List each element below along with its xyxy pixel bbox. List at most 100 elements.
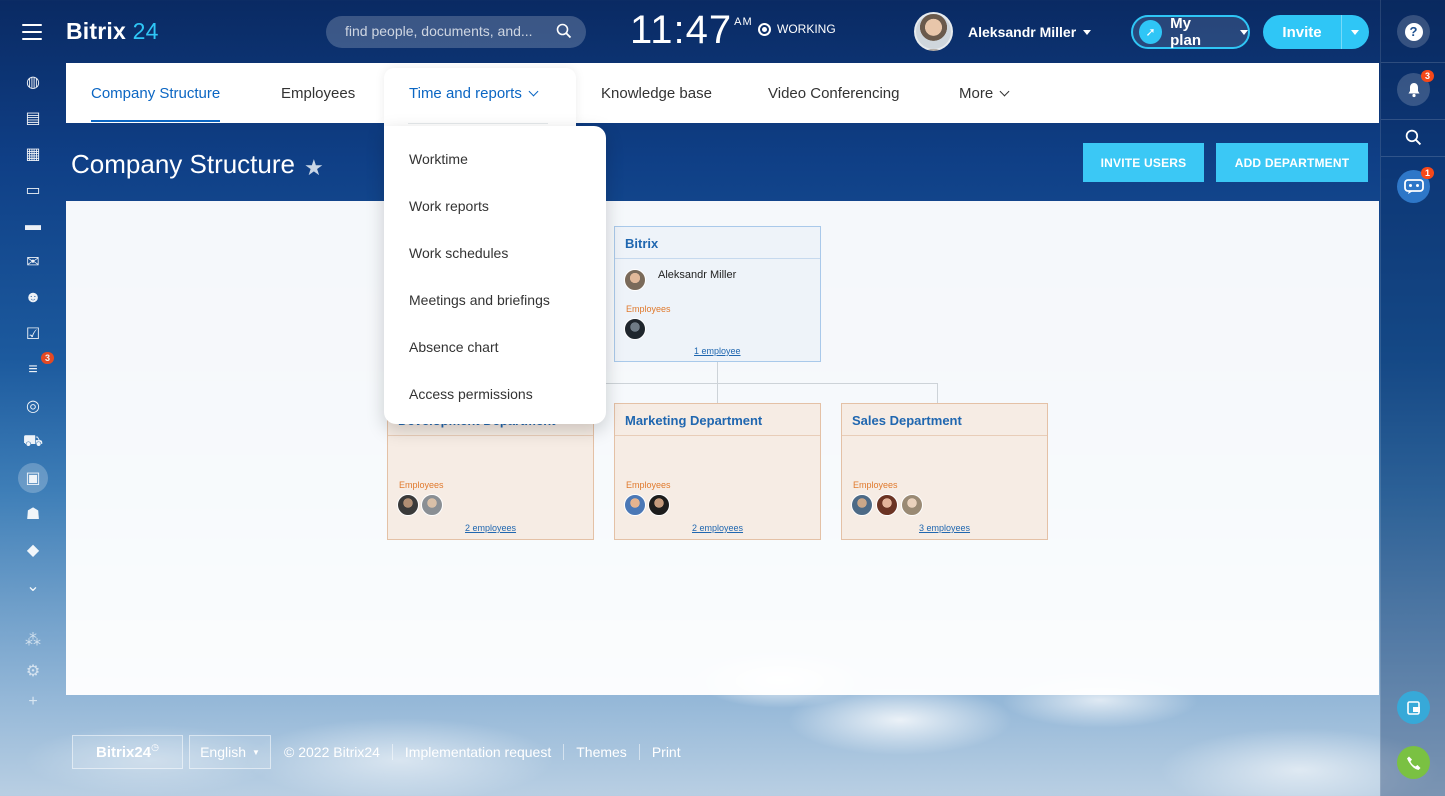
- implementation-request-link[interactable]: Implementation request: [405, 744, 551, 760]
- chat-button[interactable]: 1: [1397, 167, 1434, 203]
- sidebar-item-plus[interactable]: +: [12, 686, 54, 717]
- department-head-name[interactable]: Aleksandr Miller: [658, 269, 736, 281]
- department-card-marketing[interactable]: Marketing Department Employees 2 employe…: [614, 403, 821, 540]
- avatar[interactable]: [624, 494, 646, 516]
- print-link[interactable]: Print: [652, 744, 681, 760]
- divider: [408, 123, 548, 124]
- tab-more[interactable]: More: [959, 85, 1010, 102]
- add-department-button[interactable]: ADD DEPARTMENT: [1216, 143, 1368, 182]
- avatar[interactable]: [421, 494, 443, 516]
- help-button[interactable]: ?: [1397, 15, 1430, 48]
- employees-label: Employees: [626, 304, 671, 314]
- department-name[interactable]: Marketing Department: [615, 404, 820, 436]
- sidebar-item-tasks[interactable]: ▤: [12, 100, 54, 136]
- call-button[interactable]: [1397, 746, 1430, 779]
- invite-button[interactable]: Invite: [1263, 15, 1369, 49]
- tab-time-and-reports[interactable]: Time and reports: [384, 68, 576, 126]
- sidebar-item-employees[interactable]: ☻: [12, 280, 54, 316]
- chevron-down-icon[interactable]: [1083, 30, 1091, 35]
- box-icon: ◆: [26, 542, 40, 559]
- clock-icon: ◷: [151, 741, 159, 752]
- sidebar-item-drive[interactable]: ▬: [12, 208, 54, 244]
- clock[interactable]: 11:47 AM: [630, 8, 753, 53]
- menu-item-access-permissions[interactable]: Access permissions: [409, 386, 533, 402]
- sidebar-item-company[interactable]: ▣: [12, 460, 54, 496]
- sidebar-item-box[interactable]: ◆: [12, 532, 54, 568]
- sidebar-item-docs[interactable]: ▭: [12, 172, 54, 208]
- chevron-down-icon[interactable]: [1351, 29, 1359, 35]
- footer-logo[interactable]: Bitrix24 ◷: [72, 735, 183, 769]
- search-button[interactable]: [1397, 121, 1430, 154]
- avatar[interactable]: [624, 269, 646, 291]
- search-icon[interactable]: [556, 23, 572, 39]
- chat-icon: [1403, 178, 1424, 194]
- star-icon[interactable]: ★: [304, 155, 324, 181]
- menu-item-work-reports[interactable]: Work reports: [409, 198, 489, 214]
- rocket-icon: ➚: [1139, 20, 1163, 44]
- search-icon: [1405, 129, 1422, 146]
- employee-count-link[interactable]: 2 employees: [692, 523, 743, 533]
- sidebar-item-shop[interactable]: ⛟: [12, 424, 54, 460]
- sidebar-item-marketing[interactable]: ◎: [12, 388, 54, 424]
- working-status[interactable]: WORKING: [758, 22, 836, 36]
- menu-item-meetings-and-briefings[interactable]: Meetings and briefings: [409, 292, 550, 308]
- divider: [638, 744, 640, 760]
- divider: [1381, 62, 1445, 63]
- tab-time-and-reports-label[interactable]: Time and reports: [409, 85, 539, 102]
- invite-users-button[interactable]: INVITE USERS: [1083, 143, 1204, 182]
- invite-label: Invite: [1282, 23, 1322, 41]
- right-sidebar: ? 3 1: [1380, 0, 1445, 796]
- language-value: English: [200, 744, 246, 760]
- divider: [391, 744, 393, 760]
- connector-line: [717, 362, 718, 384]
- sidebar-badge: 3: [40, 352, 54, 364]
- sidebar-item-robot[interactable]: ☗: [12, 496, 54, 532]
- department-card-sales[interactable]: Sales Department Employees 3 employees: [841, 403, 1048, 540]
- menu-item-absence-chart[interactable]: Absence chart: [409, 339, 499, 355]
- tab-video-conferencing[interactable]: Video Conferencing: [768, 85, 899, 102]
- notifications-button[interactable]: 3: [1397, 70, 1434, 106]
- themes-link[interactable]: Themes: [576, 744, 627, 760]
- avatar[interactable]: [648, 494, 670, 516]
- docs-icon: ▭: [25, 182, 41, 199]
- menu-item-worktime[interactable]: Worktime: [409, 151, 468, 167]
- screen-share-icon: [1406, 700, 1420, 715]
- department-card-root[interactable]: Bitrix Aleksandr Miller Employees 1 empl…: [614, 226, 821, 362]
- department-name[interactable]: Sales Department: [842, 404, 1047, 436]
- employee-count-link[interactable]: 1 employee: [694, 346, 741, 356]
- avatar[interactable]: [624, 318, 646, 340]
- tab-employees[interactable]: Employees: [281, 85, 355, 102]
- sidebar-item-calendar[interactable]: ▦: [12, 136, 54, 172]
- sitemap-icon: ⁂: [25, 631, 41, 649]
- my-plan-button[interactable]: ➚ My plan: [1131, 15, 1250, 49]
- sidebar-item-crm[interactable]: ≡ 3: [12, 352, 54, 388]
- avatar[interactable]: [397, 494, 419, 516]
- sidebar-item-gear[interactable]: ⚙: [12, 655, 54, 686]
- avatar[interactable]: [876, 494, 898, 516]
- search-input[interactable]: find people, documents, and...: [326, 16, 586, 48]
- menu-icon[interactable]: [22, 24, 42, 40]
- employee-count-link[interactable]: 2 employees: [465, 523, 516, 533]
- sidebar-item-feed[interactable]: ◍: [12, 64, 54, 100]
- sidebar-item-sitemap[interactable]: ⁂: [12, 624, 54, 655]
- app-logo[interactable]: Bitrix 24: [66, 18, 159, 45]
- avatar[interactable]: [914, 12, 953, 51]
- employee-count-link[interactable]: 3 employees: [919, 523, 970, 533]
- sidebar-item-mail[interactable]: ✉: [12, 244, 54, 280]
- menu-item-work-schedules[interactable]: Work schedules: [409, 245, 508, 261]
- language-select[interactable]: English ▼: [189, 735, 271, 769]
- top-nav: Company Structure Employees Knowledge ba…: [66, 63, 1379, 123]
- employees-label: Employees: [853, 480, 898, 490]
- tab-more-label: More: [959, 85, 994, 102]
- screen-share-button[interactable]: [1397, 691, 1430, 724]
- avatar[interactable]: [901, 494, 923, 516]
- tab-company-structure[interactable]: Company Structure: [91, 85, 221, 122]
- sidebar-item-checklist[interactable]: ☑: [12, 316, 54, 352]
- sidebar-item-more[interactable]: ⌄: [12, 568, 54, 604]
- phone-icon: [1406, 756, 1420, 770]
- user-name[interactable]: Aleksandr Miller: [968, 24, 1076, 40]
- checklist-icon: ☑: [25, 326, 41, 343]
- department-name[interactable]: Bitrix: [615, 227, 820, 259]
- tab-knowledge-base[interactable]: Knowledge base: [601, 85, 712, 102]
- avatar[interactable]: [851, 494, 873, 516]
